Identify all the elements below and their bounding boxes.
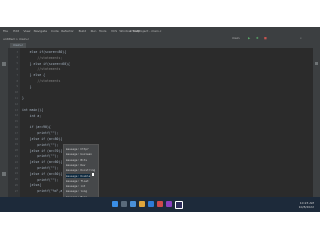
code-line[interactable]: }else if (a>=80){ bbox=[22, 137, 63, 141]
code-line[interactable]: }else if (a>=60){ bbox=[22, 160, 63, 164]
windows-taskbar: 10:23 AM 10/8/2022 bbox=[0, 197, 320, 212]
code-line[interactable]: else if(score>=80){ bbox=[22, 50, 66, 54]
line-number: 12 bbox=[14, 102, 18, 106]
line-number: 3 bbox=[16, 50, 18, 54]
active-app-icon[interactable] bbox=[175, 201, 183, 209]
structure-panel-icon[interactable] bbox=[2, 172, 6, 176]
line-number: 8 bbox=[16, 79, 18, 83]
code-line[interactable]: } bbox=[22, 96, 24, 100]
code-line[interactable]: //statements bbox=[22, 67, 60, 71]
line-number: 18 bbox=[14, 137, 18, 141]
line-number: 27 bbox=[14, 189, 18, 193]
line-number: 21 bbox=[14, 154, 18, 158]
line-number: 17 bbox=[14, 131, 18, 135]
code-line[interactable]: //statements; bbox=[22, 56, 62, 60]
bottom-letterbox bbox=[0, 212, 320, 240]
system-tray[interactable]: 10:23 AM 10/8/2022 bbox=[299, 201, 314, 209]
line-number: 13 bbox=[14, 108, 18, 112]
line-number: 25 bbox=[14, 178, 18, 182]
line-number: 10 bbox=[14, 91, 18, 95]
start-icon[interactable] bbox=[112, 201, 118, 207]
menu-item[interactable]: Edit bbox=[13, 29, 19, 33]
line-number: 6 bbox=[16, 67, 18, 71]
menu-item[interactable]: Run bbox=[91, 29, 97, 33]
breadcrumb[interactable]: untitled > main.c bbox=[3, 37, 29, 41]
run-config-dropdown[interactable]: main bbox=[232, 36, 240, 40]
code-line[interactable]: if (a>=90){ bbox=[22, 125, 51, 129]
code-line[interactable]: } bbox=[22, 85, 32, 89]
code-line[interactable]: printf(""); bbox=[22, 154, 58, 158]
ide-window: File Edit View Navigate Code Refactor Build Run… bbox=[0, 27, 320, 212]
file-explorer-icon[interactable] bbox=[139, 201, 145, 207]
autocomplete-item[interactable]: message: http? bbox=[66, 147, 89, 151]
code-line[interactable]: int a; bbox=[22, 114, 42, 118]
right-tool-strip bbox=[313, 42, 320, 198]
autocomplete-item[interactable]: message: Bits bbox=[66, 158, 87, 162]
menu-item[interactable]: File bbox=[3, 29, 8, 33]
search-icon[interactable] bbox=[121, 201, 127, 207]
code-line[interactable]: } else { bbox=[22, 73, 45, 77]
line-number: 24 bbox=[14, 172, 18, 176]
autocomplete-item[interactable]: message: Dev bbox=[66, 163, 85, 167]
menu-item[interactable]: Navigate bbox=[34, 29, 47, 33]
edge-icon[interactable] bbox=[148, 201, 154, 207]
line-number: 20 bbox=[14, 149, 18, 153]
autocomplete-item[interactable]: message: Docstring bbox=[66, 168, 95, 172]
autocomplete-item[interactable]: message: Double bbox=[66, 173, 91, 178]
line-number: 26 bbox=[14, 183, 18, 187]
line-number: 22 bbox=[14, 160, 18, 164]
menu-item[interactable]: View bbox=[23, 29, 30, 33]
left-tool-strip bbox=[0, 42, 8, 198]
menu-item[interactable]: Code bbox=[51, 29, 59, 33]
menu-item[interactable]: VCS bbox=[111, 29, 117, 33]
code-line[interactable]: //statements bbox=[22, 79, 60, 83]
task-view-icon[interactable] bbox=[130, 201, 136, 207]
line-number-gutter: 3 4 5 6 7 8 9 10 11 12 13 14 15 16 17 18 19 20 21 22 23 24 25 2… bbox=[8, 48, 20, 198]
line-number: 5 bbox=[16, 62, 18, 66]
autocomplete-item[interactable]: message: long bbox=[66, 189, 87, 193]
menu-item[interactable]: Tools bbox=[99, 29, 106, 33]
top-letterbox bbox=[0, 0, 320, 27]
code-line[interactable]: }else{ bbox=[22, 183, 42, 187]
code-line[interactable]: printf(""); bbox=[22, 178, 58, 182]
menu-item[interactable]: Refactor bbox=[61, 29, 74, 33]
clion-icon[interactable] bbox=[166, 201, 172, 207]
code-line[interactable]: }else if (a>=50){ bbox=[22, 172, 63, 176]
code-line[interactable]: printf("%d",a); bbox=[22, 189, 66, 193]
debug-icon[interactable]: ✱ bbox=[256, 36, 259, 40]
code-line[interactable]: printf(""); bbox=[22, 131, 58, 135]
autocomplete-item[interactable]: message: float bbox=[66, 179, 89, 183]
autocomplete-item[interactable]: message: int bbox=[66, 184, 85, 188]
project-panel-icon[interactable] bbox=[2, 62, 6, 66]
line-number: 7 bbox=[16, 73, 18, 77]
app-icon[interactable] bbox=[157, 201, 163, 207]
menu-item[interactable]: Build bbox=[79, 29, 87, 33]
line-number: 4 bbox=[16, 56, 18, 60]
database-panel-icon[interactable] bbox=[315, 62, 318, 65]
search-icon[interactable]: ⌕ bbox=[300, 36, 302, 40]
run-icon[interactable]: ▶ bbox=[248, 36, 250, 40]
line-number: 19 bbox=[14, 143, 18, 147]
line-number: 23 bbox=[14, 166, 18, 170]
window-title: CTestProject - main.c bbox=[130, 29, 162, 33]
clock-date: 10/8/2022 bbox=[298, 205, 314, 209]
line-number: 9 bbox=[16, 85, 18, 89]
line-number: 14 bbox=[14, 114, 18, 118]
code-line[interactable]: printf(""); bbox=[22, 143, 58, 147]
mouse-cursor bbox=[92, 173, 94, 176]
code-line[interactable]: int main(){ bbox=[22, 108, 43, 112]
line-number: 16 bbox=[14, 125, 18, 129]
code-line[interactable]: }else if (a>=70){ bbox=[22, 149, 63, 153]
line-number: 15 bbox=[14, 120, 18, 124]
code-line[interactable]: printf(""); bbox=[22, 166, 58, 170]
stop-icon[interactable]: ■ bbox=[264, 36, 267, 40]
autocomplete-item[interactable]: message: boolean bbox=[66, 152, 92, 156]
menu-bar: File Edit View Navigate Code Refactor Build Run… bbox=[0, 27, 320, 34]
line-number: 11 bbox=[14, 96, 18, 100]
code-line[interactable]: } else if(score>=60){ bbox=[22, 62, 70, 66]
